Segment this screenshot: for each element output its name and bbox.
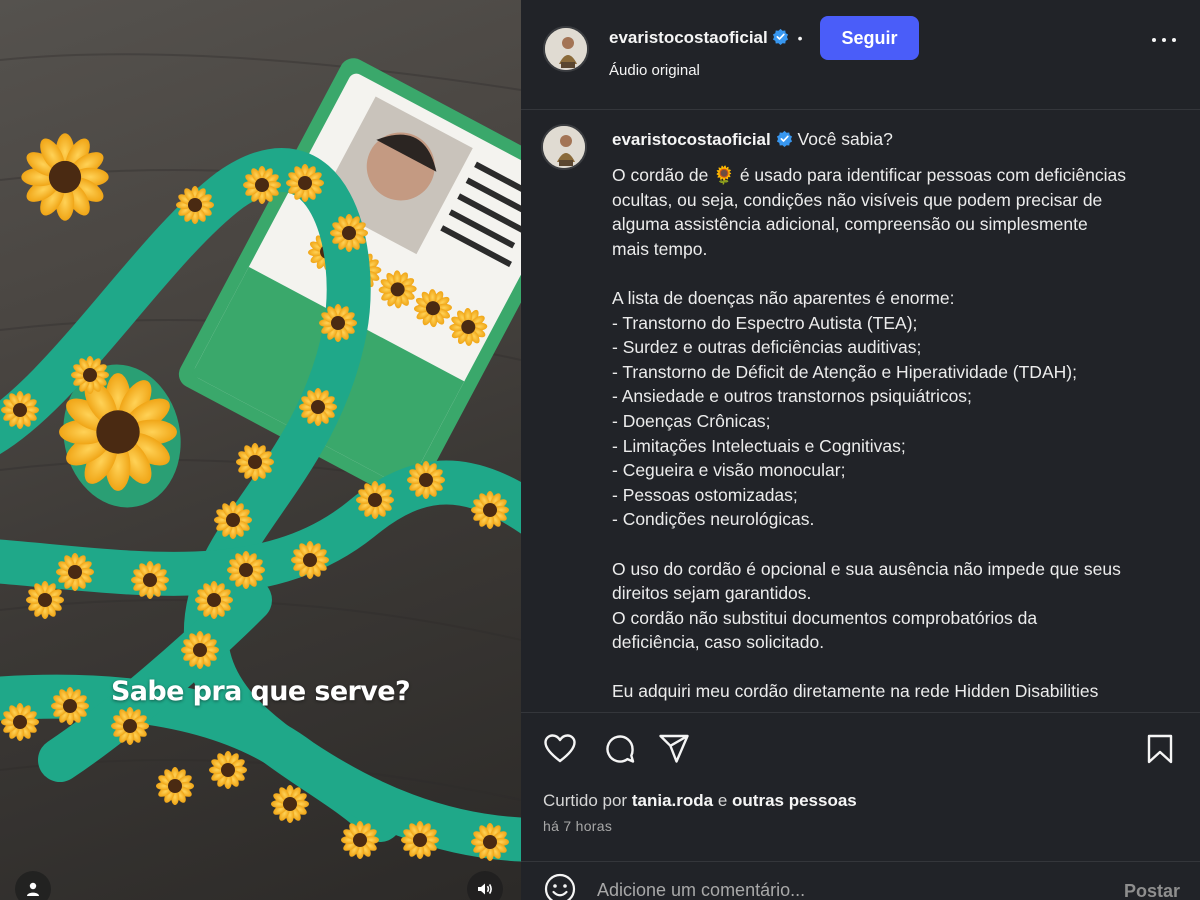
post-details-panel: evaristocostaoficial • Seguir Áudio orig… [521, 0, 1200, 900]
post-actions: Curtido por tania.roda e outras pessoas … [521, 712, 1200, 900]
audio-link[interactable]: Áudio original [609, 62, 700, 79]
comment-button[interactable] [603, 732, 637, 766]
media-image [0, 53, 521, 862]
caption-author-avatar[interactable] [541, 124, 587, 170]
caption-line: - Doenças Crônicas; [612, 410, 771, 431]
emoji-button[interactable] [543, 872, 577, 900]
video-caption: Sabe pra que serve? [110, 676, 411, 707]
caption-line: A lista de doenças não aparentes é enorm… [612, 287, 955, 308]
share-button[interactable] [657, 732, 691, 766]
caption-line: deficiência, caso solicitado. [612, 632, 825, 653]
emoji-icon [544, 873, 576, 900]
caption-body: O cordão de 🌻 é usado para identificar p… [612, 163, 1172, 704]
follow-button[interactable]: Seguir [820, 16, 919, 60]
verified-badge-icon [773, 28, 789, 45]
author-username[interactable]: evaristocostaoficial [609, 28, 768, 47]
caption-line: Eu adquiri meu cordão diretamente na red… [612, 681, 1099, 702]
caption-line: - Transtorno do Espectro Autista (TEA); [612, 312, 918, 333]
post-timestamp[interactable]: há 7 horas [543, 818, 612, 834]
mute-button[interactable] [467, 871, 503, 900]
bookmark-icon [1147, 734, 1173, 764]
comment-icon [606, 735, 635, 763]
heart-icon [544, 734, 576, 763]
caption-line: - Surdez e outras deficiências auditivas… [612, 337, 922, 358]
liked-prefix: Curtido por [543, 791, 628, 810]
liked-joiner: e [717, 791, 728, 810]
post-media[interactable]: Sabe pra que serve? [0, 0, 521, 900]
caption-line [612, 532, 1172, 557]
caption-line: direitos sejam garantidos. [612, 583, 812, 604]
save-button[interactable] [1143, 732, 1177, 766]
caption-line: - Pessoas ostomizadas; [612, 484, 798, 505]
caption-line [612, 261, 1172, 286]
instagram-post-viewer: Sabe pra que serve? evaristocostaoficial… [0, 0, 1200, 900]
caption-line: - Limitações Intelectuais e Cognitivas; [612, 435, 906, 456]
tagged-users-button[interactable] [15, 871, 51, 900]
like-button[interactable] [543, 732, 577, 766]
caption-line: - Ansiedade e outros transtornos psiquiá… [612, 386, 972, 407]
caption-username[interactable]: evaristocostaoficial [612, 130, 771, 149]
post-comment-button[interactable]: Postar [1124, 881, 1180, 900]
caption-line [612, 655, 1172, 680]
caption-line: O cordão não substitui documentos compro… [612, 607, 1038, 628]
caption-line: O uso do cordão é opcional e sua ausênci… [612, 558, 1121, 579]
comment-composer: Postar [521, 861, 1200, 900]
volume-icon [478, 883, 492, 895]
caption-line: ocultas, ou seja, condições não visíveis… [612, 189, 1103, 210]
liked-user[interactable]: tania.roda [632, 791, 713, 810]
caption-line: alguma assistência adicional, compreensã… [612, 214, 1088, 235]
caption-line: - Cegueira e visão monocular; [612, 460, 846, 481]
caption-line: O cordão de 🌻 é usado para identificar p… [612, 165, 1127, 185]
author-avatar[interactable] [543, 26, 589, 72]
comment-input[interactable] [597, 880, 1057, 900]
share-icon [659, 734, 689, 763]
caption-line: - Condições neurológicas. [612, 509, 815, 530]
caption-line: mais tempo. [612, 238, 708, 259]
verified-badge-icon [776, 130, 792, 147]
more-options-icon[interactable] [1152, 36, 1176, 44]
caption-first-line: Você sabia? [797, 129, 893, 149]
caption-comment: evaristocostaoficial Você sabia? O cordã… [521, 111, 1200, 712]
likes-summary: Curtido por tania.roda e outras pessoas [543, 791, 857, 811]
user-icon [27, 882, 39, 896]
post-header: evaristocostaoficial • Seguir Áudio orig… [521, 0, 1200, 110]
caption-line: - Transtorno de Déficit de Atenção e Hip… [612, 361, 1077, 382]
liked-others[interactable]: outras pessoas [732, 791, 857, 810]
header-separator: • [797, 30, 803, 46]
